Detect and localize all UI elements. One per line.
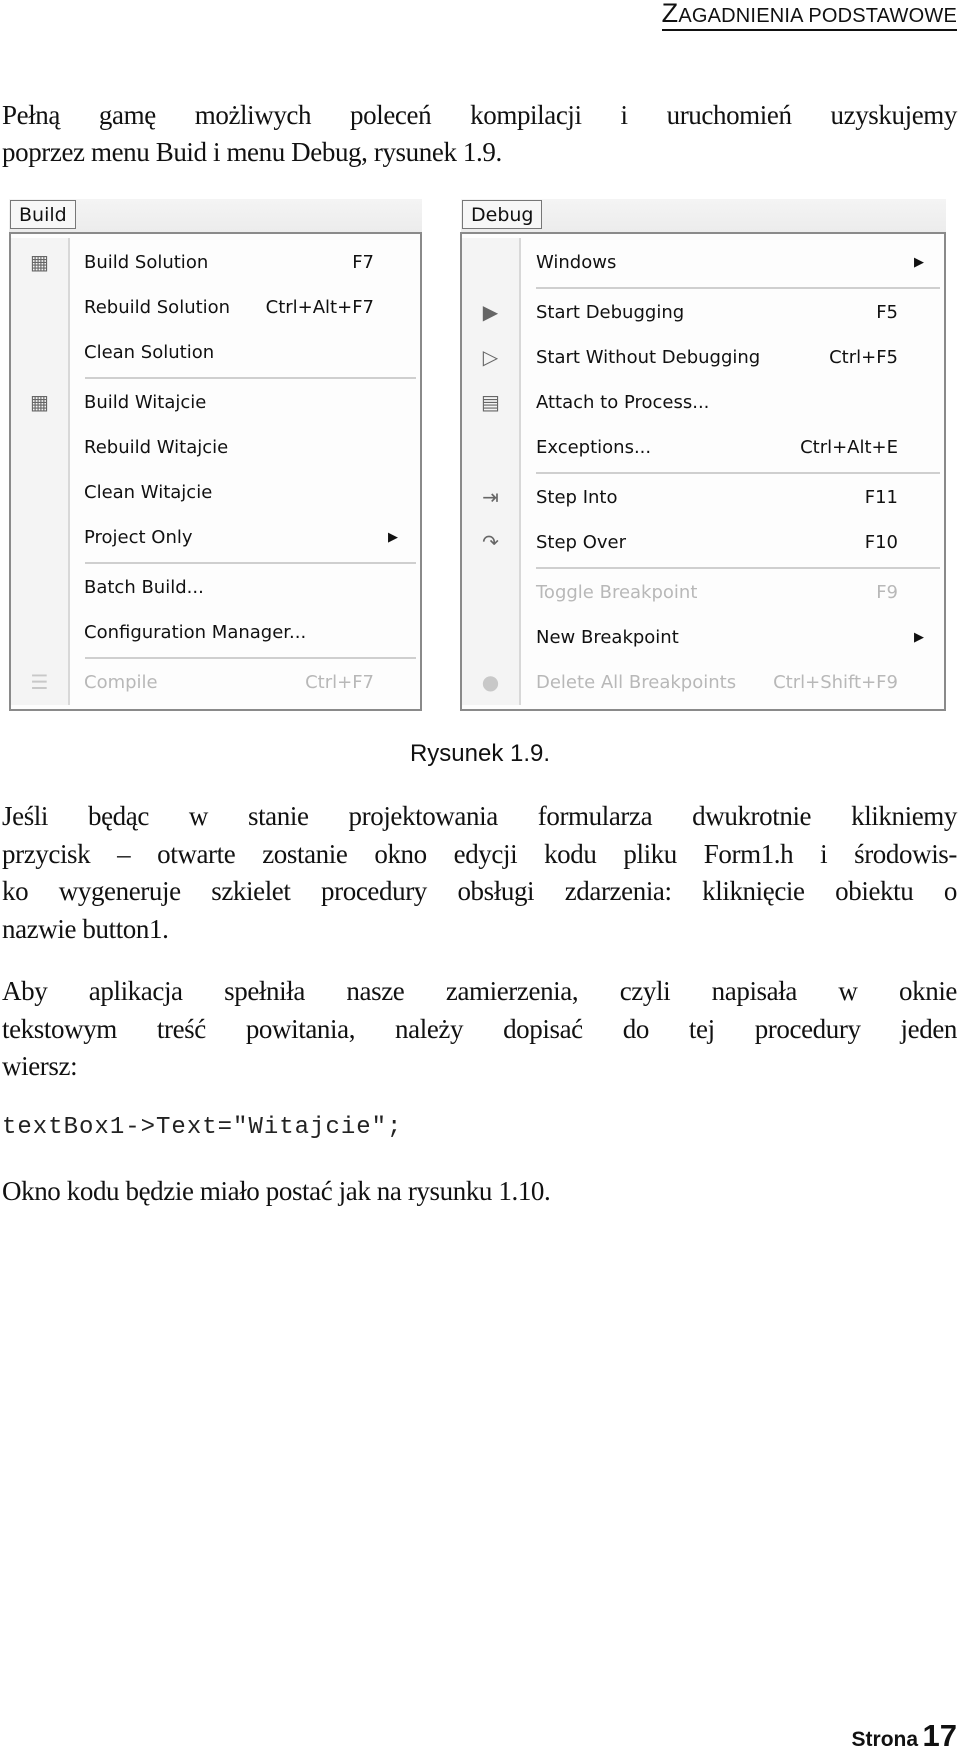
menu-item-configuration-manager[interactable]: Configuration Manager... [11,610,420,655]
menu-item-label: Rebuild Solution [84,297,231,318]
menu-item-label: Toggle Breakpoint [536,582,698,603]
menu-item-shortcut: F5 [876,302,898,323]
menu-item-shortcut: F10 [864,532,898,553]
menu-item-clean-witajcie[interactable]: Clean Witajcie [11,470,420,515]
paragraph-line: Aby aplikacja spełniła nasze zamierzenia… [2,976,957,1006]
menu-item-toggle-breakpoint: Toggle Breakpoint F9 [462,570,944,615]
menu-item-batch-build[interactable]: Batch Build... [11,565,420,610]
page-number: 17 [922,1718,957,1753]
build-solution-icon: ▦ [30,250,49,274]
debug-menu-tab[interactable]: Debug [462,200,543,229]
menu-item-start-without-debugging[interactable]: ▷ Start Without Debugging Ctrl+F5 [462,335,944,380]
submenu-arrow-icon: ▶ [914,630,924,645]
menu-item-shortcut: F9 [876,582,898,603]
paragraph-line: nazwie button1. [2,914,169,944]
menu-item-label: Build Solution [84,252,209,273]
menu-item-step-over[interactable]: ↷ Step Over F10 [462,520,944,565]
submenu-arrow-icon: ▶ [914,255,924,270]
menu-item-attach-to-process[interactable]: ▤ Attach to Process... [462,380,944,425]
code-snippet: textBox1->Text="Witajcie"; [2,1114,403,1141]
menu-item-label: Configuration Manager... [84,622,307,643]
menu-item-label: Windows [536,252,617,273]
menu-item-step-into[interactable]: ⇥ Step Into F11 [462,475,944,520]
menu-item-label: Exceptions... [536,437,652,458]
paragraph-line: wiersz: [2,1051,78,1081]
menu-item-label: Rebuild Witajcie [84,437,229,458]
submenu-arrow-icon: ▶ [388,530,398,545]
menu-item-build-witajcie[interactable]: ▦ Build Witajcie [11,380,420,425]
build-project-icon: ▦ [30,390,49,414]
footer-label: Strona [851,1728,919,1751]
menu-item-rebuild-solution[interactable]: Rebuild Solution Ctrl+Alt+F7 [11,285,420,330]
menu-item-windows[interactable]: Windows ▶ [462,240,944,285]
menu-item-label: Step Into [536,487,618,508]
menu-item-shortcut: Ctrl+Alt+E [800,437,898,458]
step-into-icon: ⇥ [482,485,499,509]
build-menu: ▦ Build Solution F7 Rebuild Solution Ctrl+Al… [9,232,422,711]
header-text: agadnienia podstawowe [678,5,957,27]
intro-line: poprzez menu Buid i menu Debug, rysunek … [2,137,502,167]
menu-item-label: Batch Build... [84,577,204,598]
menu-item-exceptions[interactable]: Exceptions... Ctrl+Alt+E [462,425,944,470]
intro-line: Pełną gamę możliwych poleceń kompilacji … [2,100,957,130]
closing-line: Okno kodu będzie miało postać jak na rys… [2,1176,551,1206]
menu-item-shortcut: F7 [352,252,374,273]
build-menubar: Build [9,199,422,232]
compile-icon: ☰ [30,670,49,694]
menu-item-build-solution[interactable]: ▦ Build Solution F7 [11,240,420,285]
menu-item-shortcut: Ctrl+F7 [305,672,374,693]
paragraph-line: przycisk – otwarte zostanie okno edycji … [2,839,957,869]
menu-item-label: Compile [84,672,158,693]
delete-breakpoints-icon: ● [481,670,500,694]
attach-process-icon: ▤ [481,390,500,414]
paragraph-line: ko wygeneruje szkielet procedury obsługi… [2,876,957,906]
page-footer: Strona 17 [852,1718,957,1754]
menu-item-shortcut: F11 [864,487,898,508]
header-initial: Z [661,0,679,28]
paragraph-line: tekstowym treść powitania, należy dopisa… [2,1014,957,1044]
menu-item-rebuild-witajcie[interactable]: Rebuild Witajcie [11,425,420,470]
figure-caption: Rysunek 1.9. [409,740,551,767]
menu-item-label: Start Without Debugging [536,347,761,368]
menu-item-label: Start Debugging [536,302,685,323]
paragraph-line: Jeśli będąc w stanie projektowania formu… [2,801,957,831]
menu-item-delete-all-breakpoints: ● Delete All Breakpoints Ctrl+Shift+F9 [462,660,944,705]
running-header: Zagadnienia podstawowe [661,0,957,31]
menu-item-clean-solution[interactable]: Clean Solution [11,330,420,375]
menu-item-label: Project Only [84,527,193,548]
build-menu-tab[interactable]: Build [10,200,76,229]
menu-item-label: Attach to Process... [536,392,710,413]
menu-item-start-debugging[interactable]: ▶ Start Debugging F5 [462,290,944,335]
play-outline-icon: ▷ [482,345,499,369]
menu-item-shortcut: Ctrl+Shift+F9 [773,672,898,693]
menu-item-shortcut: Ctrl+Alt+F7 [265,297,374,318]
debug-menu: Windows ▶ ▶ Start Debugging F5 ▷ Start Without… [460,232,946,711]
menu-item-label: Clean Solution [84,342,215,363]
menu-item-compile: ☰ Compile Ctrl+F7 [11,660,420,705]
menu-item-shortcut: Ctrl+F5 [829,347,898,368]
menu-item-label: New Breakpoint [536,627,679,648]
menu-item-label: Clean Witajcie [84,482,213,503]
menu-item-label: Build Witajcie [84,392,207,413]
menu-item-project-only[interactable]: Project Only ▶ [11,515,420,560]
menu-item-label: Delete All Breakpoints [536,672,737,693]
menu-item-label: Step Over [536,532,626,553]
debug-menubar: Debug [461,199,946,232]
play-icon: ▶ [482,300,499,324]
step-over-icon: ↷ [482,530,499,554]
menu-item-new-breakpoint[interactable]: New Breakpoint ▶ [462,615,944,660]
